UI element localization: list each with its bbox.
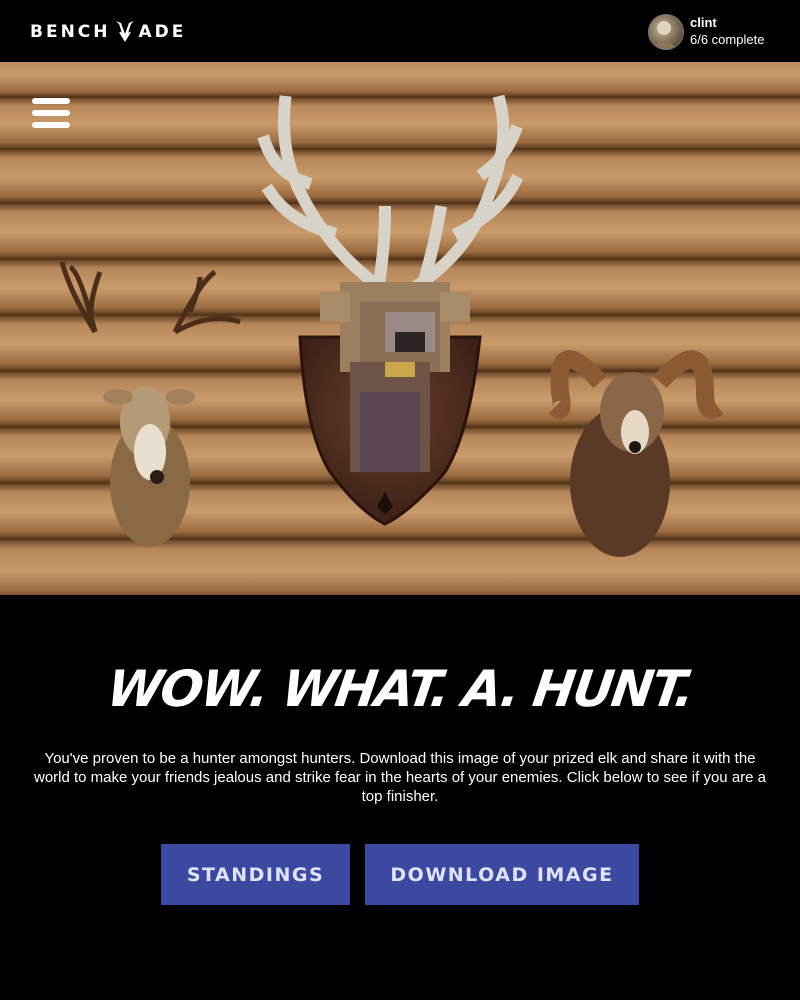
description-text: You've proven to be a hunter amongst hun… (33, 750, 767, 805)
hamburger-menu-icon[interactable] (32, 98, 70, 128)
user-progress: 6/6 complete (690, 32, 765, 47)
logo-text-right: ADE (138, 22, 187, 42)
avatar[interactable] (648, 14, 684, 50)
user-name: clint (690, 15, 717, 30)
logo-text-left: BENCH (30, 22, 111, 42)
log-wall (0, 62, 800, 595)
trophy-wall-image (0, 62, 800, 595)
user-badge[interactable]: clint 6/6 complete (640, 12, 800, 52)
benchmade-logo[interactable]: BENCH ADE (30, 20, 186, 44)
download-image-button[interactable]: DOWNLOAD IMAGE (365, 844, 639, 905)
top-bar: BENCH ADE clint 6/6 complete (0, 0, 800, 62)
avatar-image (653, 21, 677, 49)
standings-button[interactable]: STANDINGS (161, 844, 350, 905)
page-headline: WOW. WHAT. A. HUNT. (103, 660, 697, 718)
butterfly-knife-icon (115, 21, 134, 42)
